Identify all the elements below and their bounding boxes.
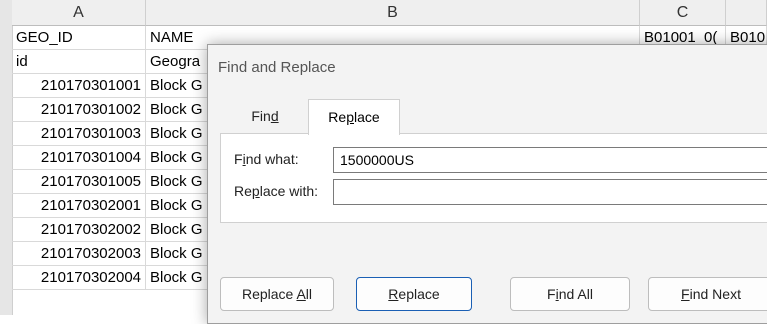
replace-with-input[interactable] xyxy=(333,179,767,205)
table-row-name[interactable]: Block G xyxy=(146,266,208,290)
table-row-name[interactable]: Block G xyxy=(146,98,208,122)
replace-all-button[interactable]: Replace All xyxy=(220,277,334,311)
tab-find[interactable]: Find xyxy=(222,99,308,133)
replace-with-label: Replace with: xyxy=(234,183,319,199)
cell-id[interactable]: id xyxy=(12,50,146,74)
table-row-name[interactable]: Block G xyxy=(146,170,208,194)
table-row-name[interactable]: Block G xyxy=(146,194,208,218)
cell-geo-id-header[interactable]: GEO_ID xyxy=(12,26,146,50)
table-row-name[interactable]: Block G xyxy=(146,122,208,146)
table-row-geo-id[interactable]: 210170302003 xyxy=(12,242,146,266)
replace-button[interactable]: Replace xyxy=(356,277,472,311)
table-row-geo-id[interactable]: 210170301005 xyxy=(12,170,146,194)
column-header-b[interactable]: B xyxy=(146,0,640,26)
find-what-label: Find what: xyxy=(234,151,299,167)
table-row-geo-id[interactable]: 210170302001 xyxy=(12,194,146,218)
find-what-input[interactable]: 1500000US xyxy=(333,147,767,173)
table-row-geo-id[interactable]: 210170301002 xyxy=(12,98,146,122)
table-row-geo-id[interactable]: 210170301003 xyxy=(12,122,146,146)
find-next-button[interactable]: Find Next xyxy=(648,277,767,311)
column-header-a[interactable]: A xyxy=(12,0,146,26)
table-row-name[interactable]: Block G xyxy=(146,218,208,242)
dialog-title: Find and Replace xyxy=(218,59,336,76)
table-row-geo-id[interactable]: 210170301004 xyxy=(12,146,146,170)
table-row-name[interactable]: Block G xyxy=(146,74,208,98)
table-row-geo-id[interactable]: 210170301001 xyxy=(12,74,146,98)
find-all-button[interactable]: Find All xyxy=(510,277,630,311)
table-row-name[interactable]: Block G xyxy=(146,146,208,170)
table-row-name[interactable]: Block G xyxy=(146,242,208,266)
column-header-c[interactable]: C xyxy=(640,0,726,26)
table-row-geo-id[interactable]: 210170302002 xyxy=(12,218,146,242)
column-header-d[interactable] xyxy=(726,0,767,26)
tab-replace[interactable]: Replace xyxy=(308,99,400,135)
table-row-geo-id[interactable]: 210170302004 xyxy=(12,266,146,290)
find-replace-dialog: Find and Replace Find Replace Find what:… xyxy=(207,44,767,324)
